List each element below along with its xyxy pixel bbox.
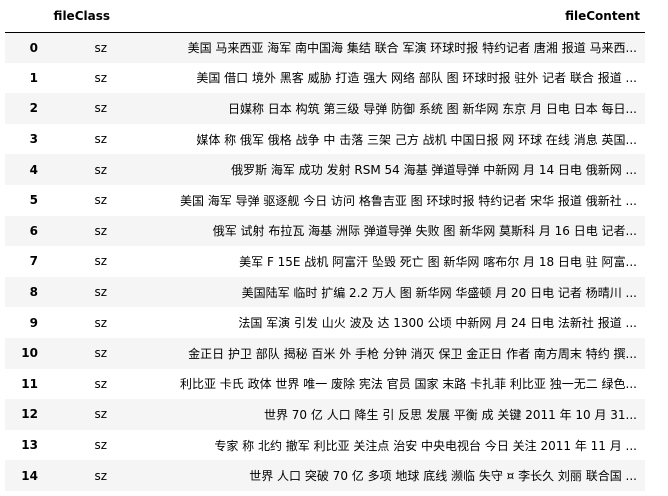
fileclass-cell: sz (94, 346, 107, 361)
filecontent-cell: 美国 马来西亚 海军 南中国海 集结 联合 军演 环球时报 特约记者 唐湘 报道… (187, 41, 637, 56)
row-index: 14 (21, 468, 38, 483)
row-index: 12 (21, 407, 38, 422)
row-index: 1 (29, 70, 38, 85)
dataframe-table: fileClass fileContent 0 sz 美国 马来西亚 海军 南中国海… (5, 0, 645, 491)
fileclass-cell: sz (94, 223, 107, 238)
table-row: 6 sz 俄军 试射 布拉瓦 海基 洲际 弹道导弹 失败 图 新华网 莫斯科 月 1… (5, 215, 645, 247)
row-index: 2 (29, 101, 38, 116)
table-body: 0 sz 美国 马来西亚 海军 南中国海 集结 联合 军演 环球时报 特约记者 唐湘… (5, 32, 645, 491)
fileclass-cell: sz (94, 376, 107, 391)
table-row: 9 sz 法国 军演 引发 山火 波及 达 1300 公顷 中新网 月 24 日电 … (5, 307, 645, 338)
filecontent-cell: 世界 人口 突破 70 亿 多项 地球 底线 濒临 失守 ¤ 李长久 刘丽 联合… (249, 469, 637, 484)
index-header (5, 0, 43, 33)
table-row: 5 sz 美国 海军 导弹 驱逐舰 今日 访问 格鲁吉亚 图 环球时报 特约记者 宋… (5, 184, 645, 216)
row-index: 13 (21, 438, 38, 453)
row-index: 9 (29, 315, 38, 330)
table-row: 11 sz 利比亚 卡氏 政体 世界 唯一 废除 宪法 官员 国家 末路 卡扎菲 利… (5, 368, 645, 400)
fileclass-cell: sz (94, 132, 107, 147)
row-index: 8 (29, 285, 38, 300)
row-index: 5 (29, 193, 38, 208)
table-row: 7 sz 美军 F 15E 战机 阿富汗 坠毁 死亡 图 新华网 喀布尔 月 18 … (5, 246, 645, 277)
filecontent-cell: 俄军 试射 布拉瓦 海基 洲际 弹道导弹 失败 图 新华网 莫斯科 月 16 日… (212, 224, 637, 239)
header-row: fileClass fileContent (5, 0, 645, 33)
fileclass-cell: sz (94, 70, 107, 85)
fileclass-cell: sz (94, 40, 107, 55)
table-row: 13 sz 专家 称 北约 撤军 利比亚 关注点 治安 中央电视台 今日 关注 20… (5, 429, 645, 461)
fileclass-cell: sz (94, 315, 107, 330)
filecontent-cell: 日媒称 日本 构筑 第三级 导弹 防御 系统 图 新华网 东京 月 日电 日本 … (227, 101, 637, 116)
fileclass-cell: sz (94, 101, 107, 116)
table-header: fileClass fileContent (5, 0, 645, 33)
fileclass-cell: sz (94, 438, 107, 453)
filecontent-cell: 金正日 护卫 部队 揭秘 百米 外 手枪 分钟 消灭 保卫 金正日 作者 南方周… (188, 346, 637, 361)
row-index: 3 (29, 132, 38, 147)
fileclass-cell: sz (94, 285, 107, 300)
row-index: 10 (21, 346, 38, 361)
filecontent-cell: 美军 F 15E 战机 阿富汗 坠毁 死亡 图 新华网 喀布尔 月 18 日电 … (239, 254, 637, 269)
row-index: 0 (29, 40, 38, 55)
row-index: 4 (29, 162, 38, 177)
filecontent-cell: 美国陆军 临时 扩编 2.2 万人 图 新华网 华盛顿 月 20 日电 记者 杨… (241, 285, 637, 300)
filecontent-cell: 俄罗斯 海军 成功 发射 RSM 54 海基 弹道导弹 中新网 月 14 日电 … (231, 163, 637, 178)
table-row: 0 sz 美国 马来西亚 海军 南中国海 集结 联合 军演 环球时报 特约记者 唐湘… (5, 32, 645, 63)
row-index: 7 (29, 254, 38, 269)
table-row: 3 sz 媒体 称 俄军 俄格 战争 中 击落 三架 己方 战机 中国日报 网 环球… (5, 123, 645, 155)
filecontent-cell: 媒体 称 俄军 俄格 战争 中 击落 三架 己方 战机 中国日报 网 环球 在线… (196, 132, 637, 147)
table-row: 12 sz 世界 70 亿 人口 降生 引 反思 发展 平衡 成 关键 2011 年… (5, 399, 645, 430)
filecontent-cell: 法国 军演 引发 山火 波及 达 1300 公顷 中新网 月 24 日电 法新社… (238, 316, 637, 331)
table-row: 14 sz 世界 人口 突破 70 亿 多项 地球 底线 濒临 失守 ¤ 李长久 刘… (5, 460, 645, 491)
filecontent-cell: 世界 70 亿 人口 降生 引 反思 发展 平衡 成 关键 2011 年 10 … (263, 407, 637, 422)
table-row: 2 sz 日媒称 日本 构筑 第三级 导弹 防御 系统 图 新华网 东京 月 日电 … (5, 93, 645, 124)
fileclass-cell: sz (94, 468, 107, 483)
row-index: 6 (29, 223, 38, 238)
fileclass-header: fileClass (43, 0, 115, 33)
table-row: 10 sz 金正日 护卫 部队 揭秘 百米 外 手枪 分钟 消灭 保卫 金正日 作者… (5, 337, 645, 369)
fileclass-cell: sz (94, 162, 107, 177)
filecontent-cell: 利比亚 卡氏 政体 世界 唯一 废除 宪法 官员 国家 末路 卡扎菲 利比亚 独… (179, 377, 637, 392)
filecontent-cell: 专家 称 北约 撤军 利比亚 关注点 治安 中央电视台 今日 关注 2011 年… (214, 438, 637, 453)
fileclass-cell: sz (94, 193, 107, 208)
table-row: 4 sz 俄罗斯 海军 成功 发射 RSM 54 海基 弹道导弹 中新网 月 14 … (5, 154, 645, 185)
table-row: 8 sz 美国陆军 临时 扩编 2.2 万人 图 新华网 华盛顿 月 20 日电 记… (5, 276, 645, 308)
fileclass-cell: sz (94, 407, 107, 422)
filecontent-cell: 美国 海军 导弹 驱逐舰 今日 访问 格鲁吉亚 图 环球时报 特约记者 宋华 报… (179, 193, 637, 208)
table-row: 1 sz 美国 借口 境外 黑客 威胁 打造 强大 网络 部队 图 环球时报 驻外 … (5, 62, 645, 94)
filecontent-cell: 美国 借口 境外 黑客 威胁 打造 强大 网络 部队 图 环球时报 驻外 记者 … (196, 71, 637, 86)
filecontent-header: fileContent (115, 0, 645, 33)
row-index: 11 (21, 376, 38, 391)
fileclass-cell: sz (94, 254, 107, 269)
